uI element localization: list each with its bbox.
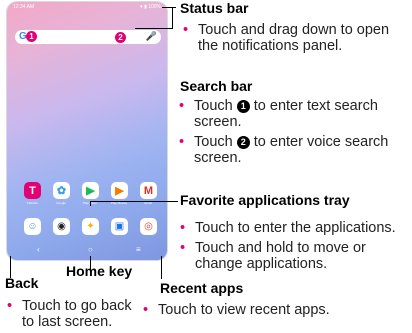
recent-apps-bullet: • Touch to view recent apps.: [143, 302, 330, 318]
home-key-title: Home key: [66, 263, 133, 279]
dock-app-camera[interactable]: ◉: [53, 218, 70, 235]
app-play-movies[interactable]: ▶: [111, 182, 128, 199]
leader-status-h: [162, 7, 176, 8]
app-label: T-Mobile: [26, 201, 38, 205]
search-bar-title: Search bar: [180, 78, 253, 94]
mic-icon[interactable]: 🎤: [146, 31, 157, 42]
app-gmail[interactable]: M: [140, 182, 157, 199]
favorites-bullet-1: • Touch to enter the applications.: [180, 220, 396, 236]
dock-app-files[interactable]: ▣: [111, 218, 128, 235]
recent-apps-icon[interactable]: ≡: [136, 245, 141, 254]
leader-recent: [161, 256, 162, 279]
app-label: Google: [56, 201, 66, 205]
app-google[interactable]: ✿: [53, 182, 70, 199]
back-bullet: • Touch to go back to last screen.: [7, 298, 132, 330]
status-time: 12:34 AM: [13, 4, 35, 10]
leader-favorites-v: [90, 201, 91, 206]
leader-favorites: [90, 201, 178, 202]
back-title: Back: [5, 275, 39, 291]
search-bar-bullet-1: • Touch 1 to enter text search screen.: [179, 98, 378, 130]
dock-app-photos[interactable]: ✦: [82, 218, 99, 235]
favorites-title: Favorite applications tray: [180, 192, 350, 208]
leader-status-h2: [135, 28, 173, 29]
leader-status: [172, 7, 173, 29]
status-icons: ▾ ▮ 100%: [140, 4, 161, 10]
status-bar-bullet: • Touch and drag down to open the notific…: [183, 22, 390, 54]
dock-app-chrome[interactable]: ◎: [140, 218, 157, 235]
search-badge-2: 2: [115, 31, 126, 43]
recent-apps-title: Recent apps: [160, 280, 244, 296]
status-bar-title: Status bar: [180, 0, 249, 16]
favorites-bullet-2: • Touch and hold to move or change applic…: [180, 240, 366, 272]
dock-app-messages[interactable]: ☺: [24, 218, 41, 235]
home-icon[interactable]: ○: [88, 245, 93, 254]
search-bar-bullet-2: • Touch 2 to enter voice search screen.: [179, 134, 389, 166]
app-tmobile[interactable]: T: [24, 182, 41, 199]
app-play-store[interactable]: ▶: [82, 182, 99, 199]
search-badge-1: 1: [26, 31, 37, 42]
back-icon[interactable]: ‹: [37, 245, 40, 254]
